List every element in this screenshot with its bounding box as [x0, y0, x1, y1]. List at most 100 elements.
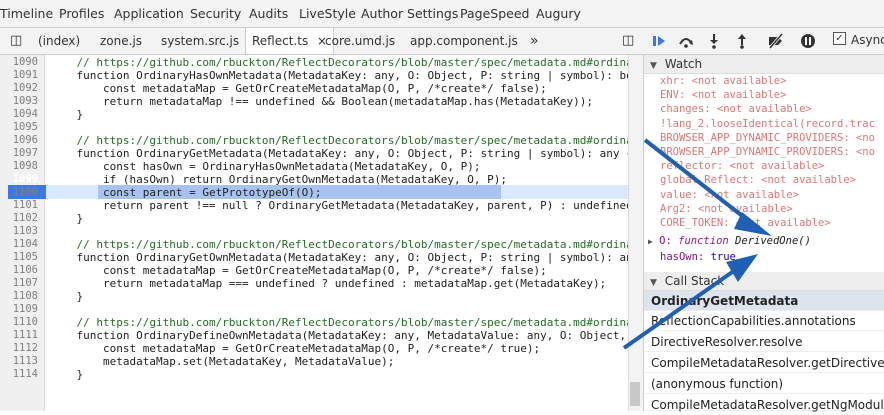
code-comment-line: // https://github.com/rbuckton/ReflectDe…: [50, 56, 633, 69]
line-number[interactable]: 1090: [0, 56, 38, 69]
line-number[interactable]: 1103: [0, 225, 38, 238]
code-line: return metadataMap !== undefined && Bool…: [50, 95, 594, 108]
callstack-frame[interactable]: DirectiveResolver.resolve: [644, 332, 884, 352]
code-line: const metadataMap = GetOrCreateMetadataM…: [50, 264, 547, 277]
file-tab-system-src[interactable]: system.src.js: [161, 28, 239, 54]
line-number[interactable]: 1096: [0, 134, 38, 147]
tab-security[interactable]: Security: [190, 0, 241, 27]
line-number[interactable]: 1113: [0, 355, 38, 368]
file-tab-zone[interactable]: zone.js: [100, 28, 142, 54]
tab-audits[interactable]: Audits: [249, 0, 288, 27]
callstack-frame[interactable]: ReflectionCapabilities.annotations: [644, 311, 884, 331]
step-into-icon[interactable]: [707, 33, 721, 49]
watch-item-hasown[interactable]: hasOwn: true: [660, 250, 736, 264]
file-tab-reflect[interactable]: Reflect.ts ×: [245, 28, 335, 54]
callstack-frame[interactable]: CompileMetadataResolver.getDirectiveMeta: [644, 353, 884, 373]
code-line: function OrdinaryGetOwnMetadata(Metadata…: [50, 251, 633, 264]
tab-profiles[interactable]: Profiles: [59, 0, 104, 27]
watch-expression[interactable]: reflector: <not available>: [660, 159, 824, 173]
code-line: const metadataMap = GetOrCreateMetadataM…: [50, 82, 547, 95]
line-number[interactable]: 1108: [0, 290, 38, 303]
watch-expression[interactable]: !lang_2.looseIdentical(record.trac: [660, 117, 875, 131]
pause-on-exceptions-icon[interactable]: [799, 32, 817, 50]
collapse-triangle-icon: ▼: [650, 61, 657, 71]
line-number[interactable]: 1114: [0, 368, 38, 381]
tab-augury[interactable]: Augury: [536, 0, 581, 27]
line-number[interactable]: 1105: [0, 251, 38, 264]
callstack-frame[interactable]: CompileMetadataResolver.getNgModuleMet: [644, 395, 884, 412]
line-number[interactable]: 1101: [0, 199, 38, 212]
devtools-panel-tabs: Timeline Profiles Application Security A…: [0, 0, 884, 28]
step-over-icon[interactable]: [677, 33, 695, 49]
watch-item-o-value: DerivedOne(): [735, 235, 811, 247]
more-tabs-icon[interactable]: »: [530, 28, 539, 54]
code-line: }: [50, 368, 84, 381]
code-scrollbar[interactable]: [628, 55, 643, 411]
line-number[interactable]: 1091: [0, 69, 38, 82]
toggle-navigator-icon[interactable]: ◫: [10, 28, 22, 54]
step-out-icon[interactable]: [735, 33, 749, 49]
line-number[interactable]: 1111: [0, 329, 38, 342]
line-number[interactable]: 1104: [0, 238, 38, 251]
line-number[interactable]: 1110: [0, 316, 38, 329]
tab-application[interactable]: Application: [114, 0, 184, 27]
code-line: return metadataMap === undefined ? undef…: [50, 277, 607, 290]
line-number[interactable]: 1112: [0, 342, 38, 355]
code-comment-line: // https://github.com/rbuckton/ReflectDe…: [50, 238, 633, 251]
code-line: const parent = GetPrototypeOf(O);: [50, 186, 322, 199]
code-line: metadataMap.set(MetadataKey, MetadataVal…: [50, 355, 395, 368]
line-number[interactable]: 1098: [0, 160, 38, 173]
line-number[interactable]: 1109: [0, 303, 38, 316]
callstack-frame-current[interactable]: OrdinaryGetMetadata: [644, 291, 884, 311]
callstack-title: Call Stack: [664, 274, 725, 288]
line-number[interactable]: 1093: [0, 95, 38, 108]
toggle-debugger-icon[interactable]: ◫: [622, 28, 634, 54]
code-scrollbar-thumb[interactable]: [630, 382, 640, 406]
callstack-frame[interactable]: (anonymous function): [644, 374, 884, 394]
tab-livestyle[interactable]: LiveStyle: [299, 0, 356, 27]
code-line: function OrdinaryDefineOwnMetadata(Metad…: [50, 329, 627, 342]
line-number[interactable]: 1094: [0, 108, 38, 121]
line-number[interactable]: 1097: [0, 147, 38, 160]
code-line: return parent !== null ? OrdinaryGetMeta…: [50, 199, 633, 212]
line-number[interactable]: 1102: [0, 212, 38, 225]
watch-expression[interactable]: Arg2: <not available>: [660, 202, 793, 216]
watch-expression[interactable]: BROWSER_APP_DYNAMIC_PROVIDERS: <no: [660, 131, 875, 145]
tab-pagespeed[interactable]: PageSpeed: [460, 0, 529, 27]
resume-icon[interactable]: [651, 33, 667, 49]
expand-triangle-icon: ▶: [648, 237, 653, 246]
tab-author-settings[interactable]: Author Settings: [361, 0, 458, 27]
code-line: const hasOwn = OrdinaryHasOwnMetadata(Me…: [50, 160, 481, 173]
code-line: const metadataMap = GetOrCreateMetadataM…: [50, 342, 541, 355]
watch-expression[interactable]: BROWSER_APP_DYNAMIC_PROVIDERS: <no: [660, 145, 875, 159]
code-line: }: [50, 108, 84, 121]
file-tab-index[interactable]: (index): [38, 28, 80, 54]
line-number[interactable]: 1100: [0, 186, 38, 199]
line-number[interactable]: 1106: [0, 264, 38, 277]
line-number[interactable]: 1095: [0, 121, 38, 134]
watch-expression[interactable]: value: <not available>: [660, 188, 799, 202]
line-number[interactable]: 1092: [0, 82, 38, 95]
code-comment-line: // https://github.com/rbuckton/ReflectDe…: [50, 134, 633, 147]
watch-expression[interactable]: CORE_TOKEN: <not available>: [660, 216, 831, 230]
file-tab-reflect-label: Reflect.ts: [252, 34, 309, 48]
async-checkbox[interactable]: ✓: [833, 32, 846, 45]
file-tab-core-umd[interactable]: core.umd.js: [325, 28, 395, 54]
tab-timeline[interactable]: Timeline: [0, 0, 53, 27]
file-tab-app-component[interactable]: app.component.js: [410, 28, 518, 54]
watch-item-o[interactable]: ▶ O: function DerivedOne(): [648, 234, 884, 248]
watch-expression[interactable]: xhr: <not available>: [660, 74, 786, 88]
debugger-toolbar: ✓ Async: [643, 28, 884, 55]
watch-expression[interactable]: global.Reflect: <not available>: [660, 173, 856, 187]
watch-item-o-key: O:: [659, 235, 672, 247]
deactivate-breakpoints-icon[interactable]: [767, 33, 785, 49]
source-file-tabs: ◫ (index) zone.js system.src.js Reflect.…: [0, 28, 644, 55]
watch-expression[interactable]: changes: <not available>: [660, 102, 812, 116]
code-line: function OrdinaryGetMetadata(MetadataKey…: [50, 147, 633, 160]
callstack-section-header[interactable]: ▼ Call Stack: [644, 272, 884, 291]
code-line: function OrdinaryHasOwnMetadata(Metadata…: [50, 69, 633, 82]
line-number[interactable]: 1099: [0, 173, 38, 186]
watch-section-header[interactable]: ▼ Watch: [644, 55, 884, 74]
line-number[interactable]: 1107: [0, 277, 38, 290]
watch-expression[interactable]: ENV: <not available>: [660, 88, 786, 102]
